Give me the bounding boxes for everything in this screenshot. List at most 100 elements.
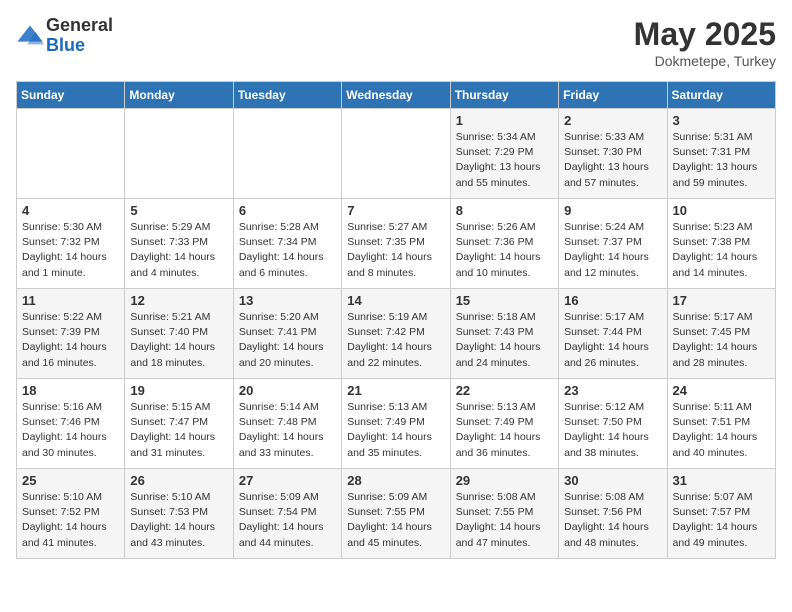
day-cell: 20 Sunrise: 5:14 AMSunset: 7:48 PMDayligh… [233, 379, 341, 469]
week-row-4: 18 Sunrise: 5:16 AMSunset: 7:46 PMDayligh… [17, 379, 776, 469]
day-number: 8 [456, 203, 553, 218]
header-day-tuesday: Tuesday [233, 82, 341, 109]
day-info: Sunrise: 5:33 AMSunset: 7:30 PMDaylight:… [564, 130, 661, 191]
day-number: 10 [673, 203, 770, 218]
day-info: Sunrise: 5:27 AMSunset: 7:35 PMDaylight:… [347, 220, 444, 281]
day-number: 4 [22, 203, 119, 218]
day-info: Sunrise: 5:18 AMSunset: 7:43 PMDaylight:… [456, 310, 553, 371]
day-info: Sunrise: 5:13 AMSunset: 7:49 PMDaylight:… [456, 400, 553, 461]
day-cell [125, 109, 233, 199]
day-info: Sunrise: 5:31 AMSunset: 7:31 PMDaylight:… [673, 130, 770, 191]
day-cell: 21 Sunrise: 5:13 AMSunset: 7:49 PMDayligh… [342, 379, 450, 469]
day-cell [233, 109, 341, 199]
day-cell: 30 Sunrise: 5:08 AMSunset: 7:56 PMDayligh… [559, 469, 667, 559]
day-number: 5 [130, 203, 227, 218]
day-cell: 4 Sunrise: 5:30 AMSunset: 7:32 PMDaylight… [17, 199, 125, 289]
day-cell: 15 Sunrise: 5:18 AMSunset: 7:43 PMDayligh… [450, 289, 558, 379]
calendar-body: 1 Sunrise: 5:34 AMSunset: 7:29 PMDaylight… [17, 109, 776, 559]
day-info: Sunrise: 5:14 AMSunset: 7:48 PMDaylight:… [239, 400, 336, 461]
day-number: 12 [130, 293, 227, 308]
day-cell: 9 Sunrise: 5:24 AMSunset: 7:37 PMDaylight… [559, 199, 667, 289]
day-number: 7 [347, 203, 444, 218]
day-cell: 27Sunrise: 5:09 AMSunset: 7:54 PMDayligh… [233, 469, 341, 559]
day-info: Sunrise: 5:34 AMSunset: 7:29 PMDaylight:… [456, 130, 553, 191]
day-info: Sunrise: 5:22 AMSunset: 7:39 PMDaylight:… [22, 310, 119, 371]
day-info: Sunrise: 5:10 AMSunset: 7:53 PMDaylight:… [130, 490, 227, 551]
header-day-saturday: Saturday [667, 82, 775, 109]
logo-text: General Blue [46, 16, 113, 56]
day-number: 16 [564, 293, 661, 308]
day-info: Sunrise: 5:23 AMSunset: 7:38 PMDaylight:… [673, 220, 770, 281]
day-cell: 17Sunrise: 5:17 AMSunset: 7:45 PMDayligh… [667, 289, 775, 379]
day-cell: 19Sunrise: 5:15 AMSunset: 7:47 PMDayligh… [125, 379, 233, 469]
day-info: Sunrise: 5:08 AMSunset: 7:55 PMDaylight:… [456, 490, 553, 551]
day-info: Sunrise: 5:19 AMSunset: 7:42 PMDaylight:… [347, 310, 444, 371]
day-cell: 7 Sunrise: 5:27 AMSunset: 7:35 PMDaylight… [342, 199, 450, 289]
day-cell: 24 Sunrise: 5:11 AMSunset: 7:51 PMDayligh… [667, 379, 775, 469]
day-info: Sunrise: 5:12 AMSunset: 7:50 PMDaylight:… [564, 400, 661, 461]
calendar-table: SundayMondayTuesdayWednesdayThursdayFrid… [16, 81, 776, 559]
week-row-1: 1 Sunrise: 5:34 AMSunset: 7:29 PMDaylight… [17, 109, 776, 199]
day-cell: 13Sunrise: 5:20 AMSunset: 7:41 PMDayligh… [233, 289, 341, 379]
day-cell: 14Sunrise: 5:19 AMSunset: 7:42 PMDayligh… [342, 289, 450, 379]
day-number: 25 [22, 473, 119, 488]
day-cell [342, 109, 450, 199]
day-cell: 22 Sunrise: 5:13 AMSunset: 7:49 PMDayligh… [450, 379, 558, 469]
day-number: 22 [456, 383, 553, 398]
day-cell: 3 Sunrise: 5:31 AMSunset: 7:31 PMDaylight… [667, 109, 775, 199]
logo-general: General [46, 16, 113, 36]
day-number: 29 [456, 473, 553, 488]
week-row-2: 4 Sunrise: 5:30 AMSunset: 7:32 PMDaylight… [17, 199, 776, 289]
day-cell: 12Sunrise: 5:21 AMSunset: 7:40 PMDayligh… [125, 289, 233, 379]
day-number: 2 [564, 113, 661, 128]
day-number: 24 [673, 383, 770, 398]
location-subtitle: Dokmetepe, Turkey [634, 53, 776, 69]
day-number: 9 [564, 203, 661, 218]
day-number: 1 [456, 113, 553, 128]
day-number: 27 [239, 473, 336, 488]
day-cell: 28 Sunrise: 5:09 AMSunset: 7:55 PMDayligh… [342, 469, 450, 559]
header-day-friday: Friday [559, 82, 667, 109]
day-info: Sunrise: 5:26 AMSunset: 7:36 PMDaylight:… [456, 220, 553, 281]
day-number: 21 [347, 383, 444, 398]
day-number: 15 [456, 293, 553, 308]
day-info: Sunrise: 5:17 AMSunset: 7:44 PMDaylight:… [564, 310, 661, 371]
day-info: Sunrise: 5:15 AMSunset: 7:47 PMDaylight:… [130, 400, 227, 461]
day-cell: 23Sunrise: 5:12 AMSunset: 7:50 PMDayligh… [559, 379, 667, 469]
day-info: Sunrise: 5:07 AMSunset: 7:57 PMDaylight:… [673, 490, 770, 551]
calendar-header: SundayMondayTuesdayWednesdayThursdayFrid… [17, 82, 776, 109]
page-header: General Blue May 2025 Dokmetepe, Turkey [16, 16, 776, 69]
day-info: Sunrise: 5:10 AMSunset: 7:52 PMDaylight:… [22, 490, 119, 551]
day-cell: 26 Sunrise: 5:10 AMSunset: 7:53 PMDayligh… [125, 469, 233, 559]
header-day-wednesday: Wednesday [342, 82, 450, 109]
day-info: Sunrise: 5:30 AMSunset: 7:32 PMDaylight:… [22, 220, 119, 281]
day-info: Sunrise: 5:11 AMSunset: 7:51 PMDaylight:… [673, 400, 770, 461]
day-number: 13 [239, 293, 336, 308]
day-number: 26 [130, 473, 227, 488]
week-row-5: 25 Sunrise: 5:10 AMSunset: 7:52 PMDayligh… [17, 469, 776, 559]
day-cell: 29 Sunrise: 5:08 AMSunset: 7:55 PMDayligh… [450, 469, 558, 559]
day-number: 6 [239, 203, 336, 218]
day-cell: 10 Sunrise: 5:23 AMSunset: 7:38 PMDayligh… [667, 199, 775, 289]
logo-blue: Blue [46, 36, 113, 56]
day-number: 30 [564, 473, 661, 488]
header-row: SundayMondayTuesdayWednesdayThursdayFrid… [17, 82, 776, 109]
day-number: 3 [673, 113, 770, 128]
day-cell: 1 Sunrise: 5:34 AMSunset: 7:29 PMDaylight… [450, 109, 558, 199]
day-cell: 11 Sunrise: 5:22 AMSunset: 7:39 PMDayligh… [17, 289, 125, 379]
day-number: 18 [22, 383, 119, 398]
day-number: 28 [347, 473, 444, 488]
day-info: Sunrise: 5:16 AMSunset: 7:46 PMDaylight:… [22, 400, 119, 461]
day-info: Sunrise: 5:29 AMSunset: 7:33 PMDaylight:… [130, 220, 227, 281]
day-cell: 25 Sunrise: 5:10 AMSunset: 7:52 PMDayligh… [17, 469, 125, 559]
day-cell: 6 Sunrise: 5:28 AMSunset: 7:34 PMDaylight… [233, 199, 341, 289]
day-info: Sunrise: 5:28 AMSunset: 7:34 PMDaylight:… [239, 220, 336, 281]
day-info: Sunrise: 5:13 AMSunset: 7:49 PMDaylight:… [347, 400, 444, 461]
day-info: Sunrise: 5:24 AMSunset: 7:37 PMDaylight:… [564, 220, 661, 281]
day-cell: 16 Sunrise: 5:17 AMSunset: 7:44 PMDayligh… [559, 289, 667, 379]
day-number: 20 [239, 383, 336, 398]
day-number: 11 [22, 293, 119, 308]
day-info: Sunrise: 5:08 AMSunset: 7:56 PMDaylight:… [564, 490, 661, 551]
day-cell: 18 Sunrise: 5:16 AMSunset: 7:46 PMDayligh… [17, 379, 125, 469]
day-info: Sunrise: 5:09 AMSunset: 7:55 PMDaylight:… [347, 490, 444, 551]
